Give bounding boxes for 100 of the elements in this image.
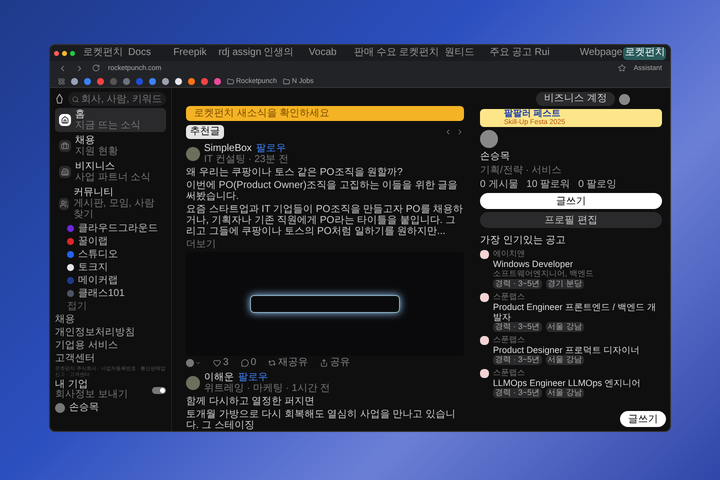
- more-link[interactable]: 더보기: [186, 239, 464, 250]
- post-text: 토개월 가방으로 다시 회복해도 열심히 사업을 만나고 있습니다. 그 스테이징: [186, 409, 456, 431]
- job-tag: 경기 분당: [546, 279, 584, 289]
- avatar-icon: [55, 402, 65, 412]
- author-avatar: [186, 147, 200, 161]
- job-item[interactable]: 스푼랩스 Product Designer 프로덕트 디자이너 경력 · 3~5년 서울 강남: [480, 335, 662, 365]
- company-logo-icon: [480, 369, 489, 378]
- company-logo-icon: [480, 336, 489, 345]
- footer-link[interactable]: 채용: [55, 314, 166, 325]
- browser-tab[interactable]: 로켓펀치: [81, 46, 124, 60]
- nav-item[interactable]: 커뮤니티 게시판, 모임, 사람 찾기: [55, 186, 166, 221]
- like-button[interactable]: 3: [213, 358, 229, 368]
- browser-tab[interactable]: Vocab: [306, 46, 350, 60]
- repeat-icon: [268, 359, 276, 367]
- nav-item[interactable]: 비지니스 사업 파트너 소식: [55, 160, 166, 184]
- next-icon[interactable]: [456, 128, 464, 136]
- author-name[interactable]: SimpleBox: [204, 143, 252, 154]
- company-logo-icon: [480, 250, 489, 259]
- community-item[interactable]: 스튜디오: [55, 249, 166, 260]
- browser-tab[interactable]: Freepik: [171, 46, 214, 60]
- apps-icon[interactable]: [58, 78, 65, 84]
- notice-banner[interactable]: 로켓펀치 새소식을 확인하세요: [186, 106, 464, 121]
- browser-tab[interactable]: 주요 공고: [487, 46, 531, 60]
- profile-sub: 기획/전략 · 서비스: [480, 165, 563, 176]
- footer-link[interactable]: 기업용 서비스: [55, 340, 166, 351]
- job-tag: 서울 강남: [546, 388, 584, 398]
- comment-button[interactable]: 0: [240, 358, 256, 368]
- job-item[interactable]: 스푼랩스 Product Engineer 프론트엔드 / 백엔드 개발자 경력 · 3~5년 서울 강남: [480, 292, 662, 332]
- browser-tab[interactable]: 로켓펀치: [622, 46, 666, 60]
- community-item[interactable]: 꿀이랩: [55, 236, 166, 247]
- caret-icon: [195, 360, 201, 366]
- post-meta: 위트레잉 · 마케팅 · 1시간 전: [204, 383, 330, 394]
- browser-tab[interactable]: 원티드: [442, 46, 486, 60]
- community-item[interactable]: 클래스101: [55, 288, 166, 299]
- prev-icon[interactable]: [444, 128, 452, 136]
- company-sub: 회사정보 보내기: [55, 390, 128, 400]
- job-item[interactable]: 에이치앤 Windows Developer 소프트웨어엔지니어, 백엔드 경력 · 3~5년 경기 분당: [480, 249, 662, 289]
- profile-stat[interactable]: 10 팔로워: [526, 179, 570, 190]
- browser-tab[interactable]: Webpage: [578, 46, 621, 60]
- comment-icon: [240, 359, 249, 367]
- community-item[interactable]: 메이커랩: [55, 275, 166, 286]
- community-item[interactable]: 토크지: [55, 262, 166, 273]
- user-name[interactable]: 손승목: [69, 402, 99, 413]
- browser-tab[interactable]: Rui: [532, 46, 576, 60]
- building-icon: [61, 168, 69, 176]
- toggle-switch[interactable]: [152, 386, 166, 394]
- follow-link[interactable]: 팔로우: [238, 372, 268, 383]
- job-tag: 경력 · 3~5년: [493, 322, 542, 332]
- business-account-button[interactable]: 비즈니스 계정: [536, 92, 615, 106]
- briefcase-icon: [61, 142, 69, 150]
- author-name[interactable]: 이해운: [204, 372, 234, 383]
- post-text: 왜 우리는 쿠팡이나 토스 같은 PO조직을 원할까?: [186, 167, 404, 178]
- bookmark-star-icon[interactable]: [618, 64, 626, 72]
- browser-tab[interactable]: 판매 수요: [352, 46, 396, 60]
- edit-profile-button[interactable]: 프로필 편집: [480, 212, 662, 228]
- browser-tab[interactable]: 로켓펀치: [397, 46, 440, 60]
- forward-icon[interactable]: [75, 64, 84, 72]
- profile-name: 손승목: [480, 151, 511, 162]
- company-logo-icon: [480, 293, 489, 302]
- reaction-button[interactable]: [186, 359, 201, 367]
- footer-link[interactable]: 고객센터: [55, 353, 166, 364]
- community-item[interactable]: 클라우드그라운드: [55, 223, 166, 234]
- job-tag: 서울 강남: [546, 322, 584, 332]
- post-text: 함께 다시하고 열정한 퍼지면: [186, 396, 316, 407]
- share-button[interactable]: 공유: [320, 358, 350, 368]
- job-item[interactable]: 스푼랩스 LLMOps Engineer LLMOps 엔지니어 경력 · 3~5년 서울 강남: [480, 368, 662, 398]
- browser-tab[interactable]: 인생의: [262, 46, 305, 60]
- profile-stat[interactable]: 0 팔로잉: [578, 179, 617, 190]
- follow-link[interactable]: 팔로우: [256, 143, 286, 154]
- nav-item[interactable]: 채용 지원 현황: [55, 134, 166, 158]
- reload-icon[interactable]: [92, 64, 100, 72]
- footer-link[interactable]: 개인정보처리방침: [55, 327, 166, 338]
- job-tag: 서울 강남: [546, 355, 584, 365]
- reshare-button[interactable]: 재공유: [268, 358, 308, 368]
- home-icon: [61, 116, 69, 124]
- post-text: 요즘 스타트업과 IT 기업들이 PO조직을 만들고자 PO를 채용하거나, 기획자나 기존 직원에게 PO라는 타이틀을 붙입니다. 그리고 그들에 쿠팡이나 토스의 PO처럼 일하기를 원하지만...: [186, 204, 464, 237]
- nav-item[interactable]: 홈 지금 뜨는 소식: [55, 108, 166, 132]
- jobs-heading: 가장 인기있는 공고: [480, 235, 567, 246]
- floating-write-button[interactable]: 글쓰기: [620, 411, 666, 427]
- search-icon: [72, 96, 79, 102]
- job-tag: 경력 · 3~5년: [493, 279, 542, 289]
- share-icon: [320, 359, 328, 367]
- job-tag: 경력 · 3~5년: [493, 388, 542, 398]
- write-button[interactable]: 글쓰기: [480, 193, 662, 209]
- profile-avatar: [480, 130, 498, 148]
- job-tag: 경력 · 3~5년: [493, 355, 542, 365]
- people-icon: [60, 200, 68, 208]
- folder-icon: [227, 78, 234, 84]
- profile-stat[interactable]: 0 게시물: [480, 179, 518, 190]
- recommend-chip[interactable]: 추천글: [186, 125, 224, 139]
- browser-tab[interactable]: Docs: [126, 46, 170, 60]
- search-field[interactable]: 회사, 사람, 키워드: [68, 92, 166, 106]
- author-avatar: [186, 376, 200, 390]
- heart-icon: [213, 359, 221, 367]
- browser-tab[interactable]: rdj assign: [216, 46, 260, 60]
- folder-icon: [282, 78, 290, 84]
- post-meta: IT 컨설팅 · 23분 전: [204, 154, 288, 165]
- back-icon[interactable]: [58, 64, 67, 72]
- avatar-icon[interactable]: [618, 94, 630, 104]
- post-text: 이번에 PO(Product Owner)조직을 고집하는 이들을 위한 글을 써봤습니다.: [186, 180, 459, 202]
